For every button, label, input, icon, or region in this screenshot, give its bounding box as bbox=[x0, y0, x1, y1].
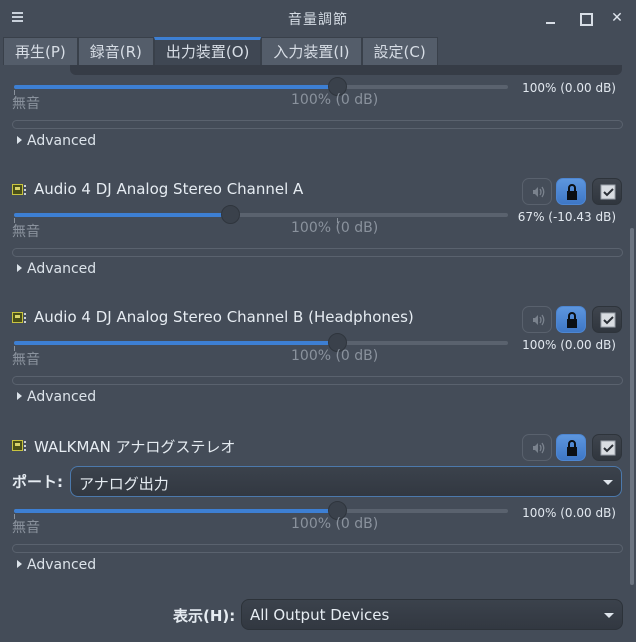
lock-channels-toggle[interactable] bbox=[556, 434, 586, 461]
lock-channels-toggle[interactable] bbox=[556, 306, 586, 333]
expander-arrow-icon bbox=[17, 264, 22, 272]
show-devices-select[interactable]: All Output Devices bbox=[241, 599, 623, 630]
lock-channels-toggle[interactable] bbox=[556, 178, 586, 205]
sound-card-icon bbox=[12, 440, 26, 452]
checkbox-checked-icon bbox=[600, 184, 616, 200]
device-name: Audio 4 DJ Analog Stereo Channel A bbox=[34, 180, 304, 198]
volume-readout: 67% (-10.43 dB) bbox=[517, 210, 616, 224]
volume-readout: 100% (0.00 dB) bbox=[522, 338, 616, 352]
mark-mute: 無音 bbox=[12, 96, 40, 112]
advanced-expander[interactable]: Advanced bbox=[17, 261, 96, 277]
checkbox-checked-icon bbox=[600, 440, 616, 456]
tab-playback[interactable]: 再生(P) bbox=[3, 37, 78, 65]
volume-fill bbox=[14, 509, 337, 513]
volume-slider[interactable] bbox=[14, 205, 508, 224]
device-name: Audio 4 DJ Analog Stereo Channel B (Head… bbox=[34, 308, 414, 326]
port-select-value: アナログ出力 bbox=[79, 475, 169, 493]
vertical-scrollbar[interactable] bbox=[630, 228, 634, 585]
peak-meter bbox=[12, 376, 623, 385]
port-select[interactable]: アナログ出力 bbox=[70, 466, 622, 497]
minimize-button[interactable] bbox=[541, 8, 561, 28]
dropdown-arrow-icon bbox=[604, 613, 614, 618]
mark-100: 100% (0 dB) bbox=[291, 220, 379, 236]
tab-bar: 再生(P) 録音(R) 出力装置(O) 入力装置(I) 設定(C) bbox=[3, 37, 438, 65]
port-label: ポート: bbox=[12, 473, 63, 491]
advanced-expander[interactable]: Advanced bbox=[17, 557, 96, 573]
peak-meter bbox=[12, 248, 623, 257]
tab-configuration[interactable]: 設定(C) bbox=[361, 37, 438, 65]
dropdown-arrow-icon bbox=[603, 480, 613, 485]
title-bar: 音量調節 ✕ bbox=[0, 0, 636, 36]
volume-fill bbox=[14, 85, 337, 89]
tab-recording[interactable]: 録音(R) bbox=[77, 37, 154, 65]
mark-100: 100% (0 dB) bbox=[291, 516, 379, 532]
mark-mute: 無音 bbox=[12, 224, 40, 240]
speaker-icon bbox=[533, 186, 545, 198]
advanced-expander[interactable]: Advanced bbox=[17, 389, 96, 405]
expander-arrow-icon bbox=[17, 392, 22, 400]
volume-slider[interactable] bbox=[14, 501, 508, 520]
volume-readout: 100% (0.00 dB) bbox=[522, 506, 616, 520]
volume-readout: 100% (0.00 dB) bbox=[522, 81, 616, 95]
maximize-button[interactable] bbox=[575, 8, 595, 28]
advanced-label: Advanced bbox=[27, 133, 97, 149]
advanced-label: Advanced bbox=[27, 389, 97, 405]
volume-fill bbox=[14, 341, 337, 345]
volume-slider[interactable] bbox=[14, 333, 508, 352]
expander-arrow-icon bbox=[17, 560, 22, 568]
advanced-label: Advanced bbox=[27, 261, 97, 277]
set-default-toggle[interactable] bbox=[592, 178, 622, 205]
port-select[interactable] bbox=[70, 65, 622, 75]
peak-meter bbox=[12, 120, 623, 129]
close-button[interactable]: ✕ bbox=[607, 8, 627, 28]
sound-card-icon bbox=[12, 312, 26, 324]
mute-toggle[interactable] bbox=[522, 306, 552, 333]
lock-icon bbox=[567, 440, 577, 456]
sound-card-icon bbox=[12, 184, 26, 196]
lock-icon bbox=[567, 312, 577, 328]
volume-knob[interactable] bbox=[221, 205, 241, 224]
speaker-icon bbox=[533, 442, 545, 454]
show-devices-value: All Output Devices bbox=[250, 606, 390, 624]
tab-output-devices[interactable]: 出力装置(O) bbox=[153, 37, 262, 65]
set-default-toggle[interactable] bbox=[592, 306, 622, 333]
expander-arrow-icon bbox=[17, 136, 22, 144]
mark-mute: 無音 bbox=[12, 352, 40, 368]
set-default-toggle[interactable] bbox=[592, 434, 622, 461]
lock-icon bbox=[567, 184, 577, 200]
mute-toggle[interactable] bbox=[522, 178, 552, 205]
volume-fill bbox=[14, 213, 231, 217]
device-list[interactable]: 無音 100% (0 dB) 100% (0.00 dB) Advanced A… bbox=[0, 65, 636, 595]
mark-mute: 無音 bbox=[12, 520, 40, 536]
mute-toggle[interactable] bbox=[522, 434, 552, 461]
advanced-expander[interactable]: Advanced bbox=[17, 133, 96, 149]
volume-slider[interactable] bbox=[14, 77, 508, 96]
tab-input-devices[interactable]: 入力装置(I) bbox=[261, 37, 362, 65]
speaker-icon bbox=[533, 314, 545, 326]
peak-meter bbox=[12, 544, 623, 553]
checkbox-checked-icon bbox=[600, 312, 616, 328]
advanced-label: Advanced bbox=[27, 557, 97, 573]
device-name: WALKMAN アナログステレオ bbox=[34, 438, 236, 456]
mark-100: 100% (0 dB) bbox=[291, 92, 379, 108]
mark-100: 100% (0 dB) bbox=[291, 348, 379, 364]
show-label: 表示(H): bbox=[173, 607, 236, 625]
